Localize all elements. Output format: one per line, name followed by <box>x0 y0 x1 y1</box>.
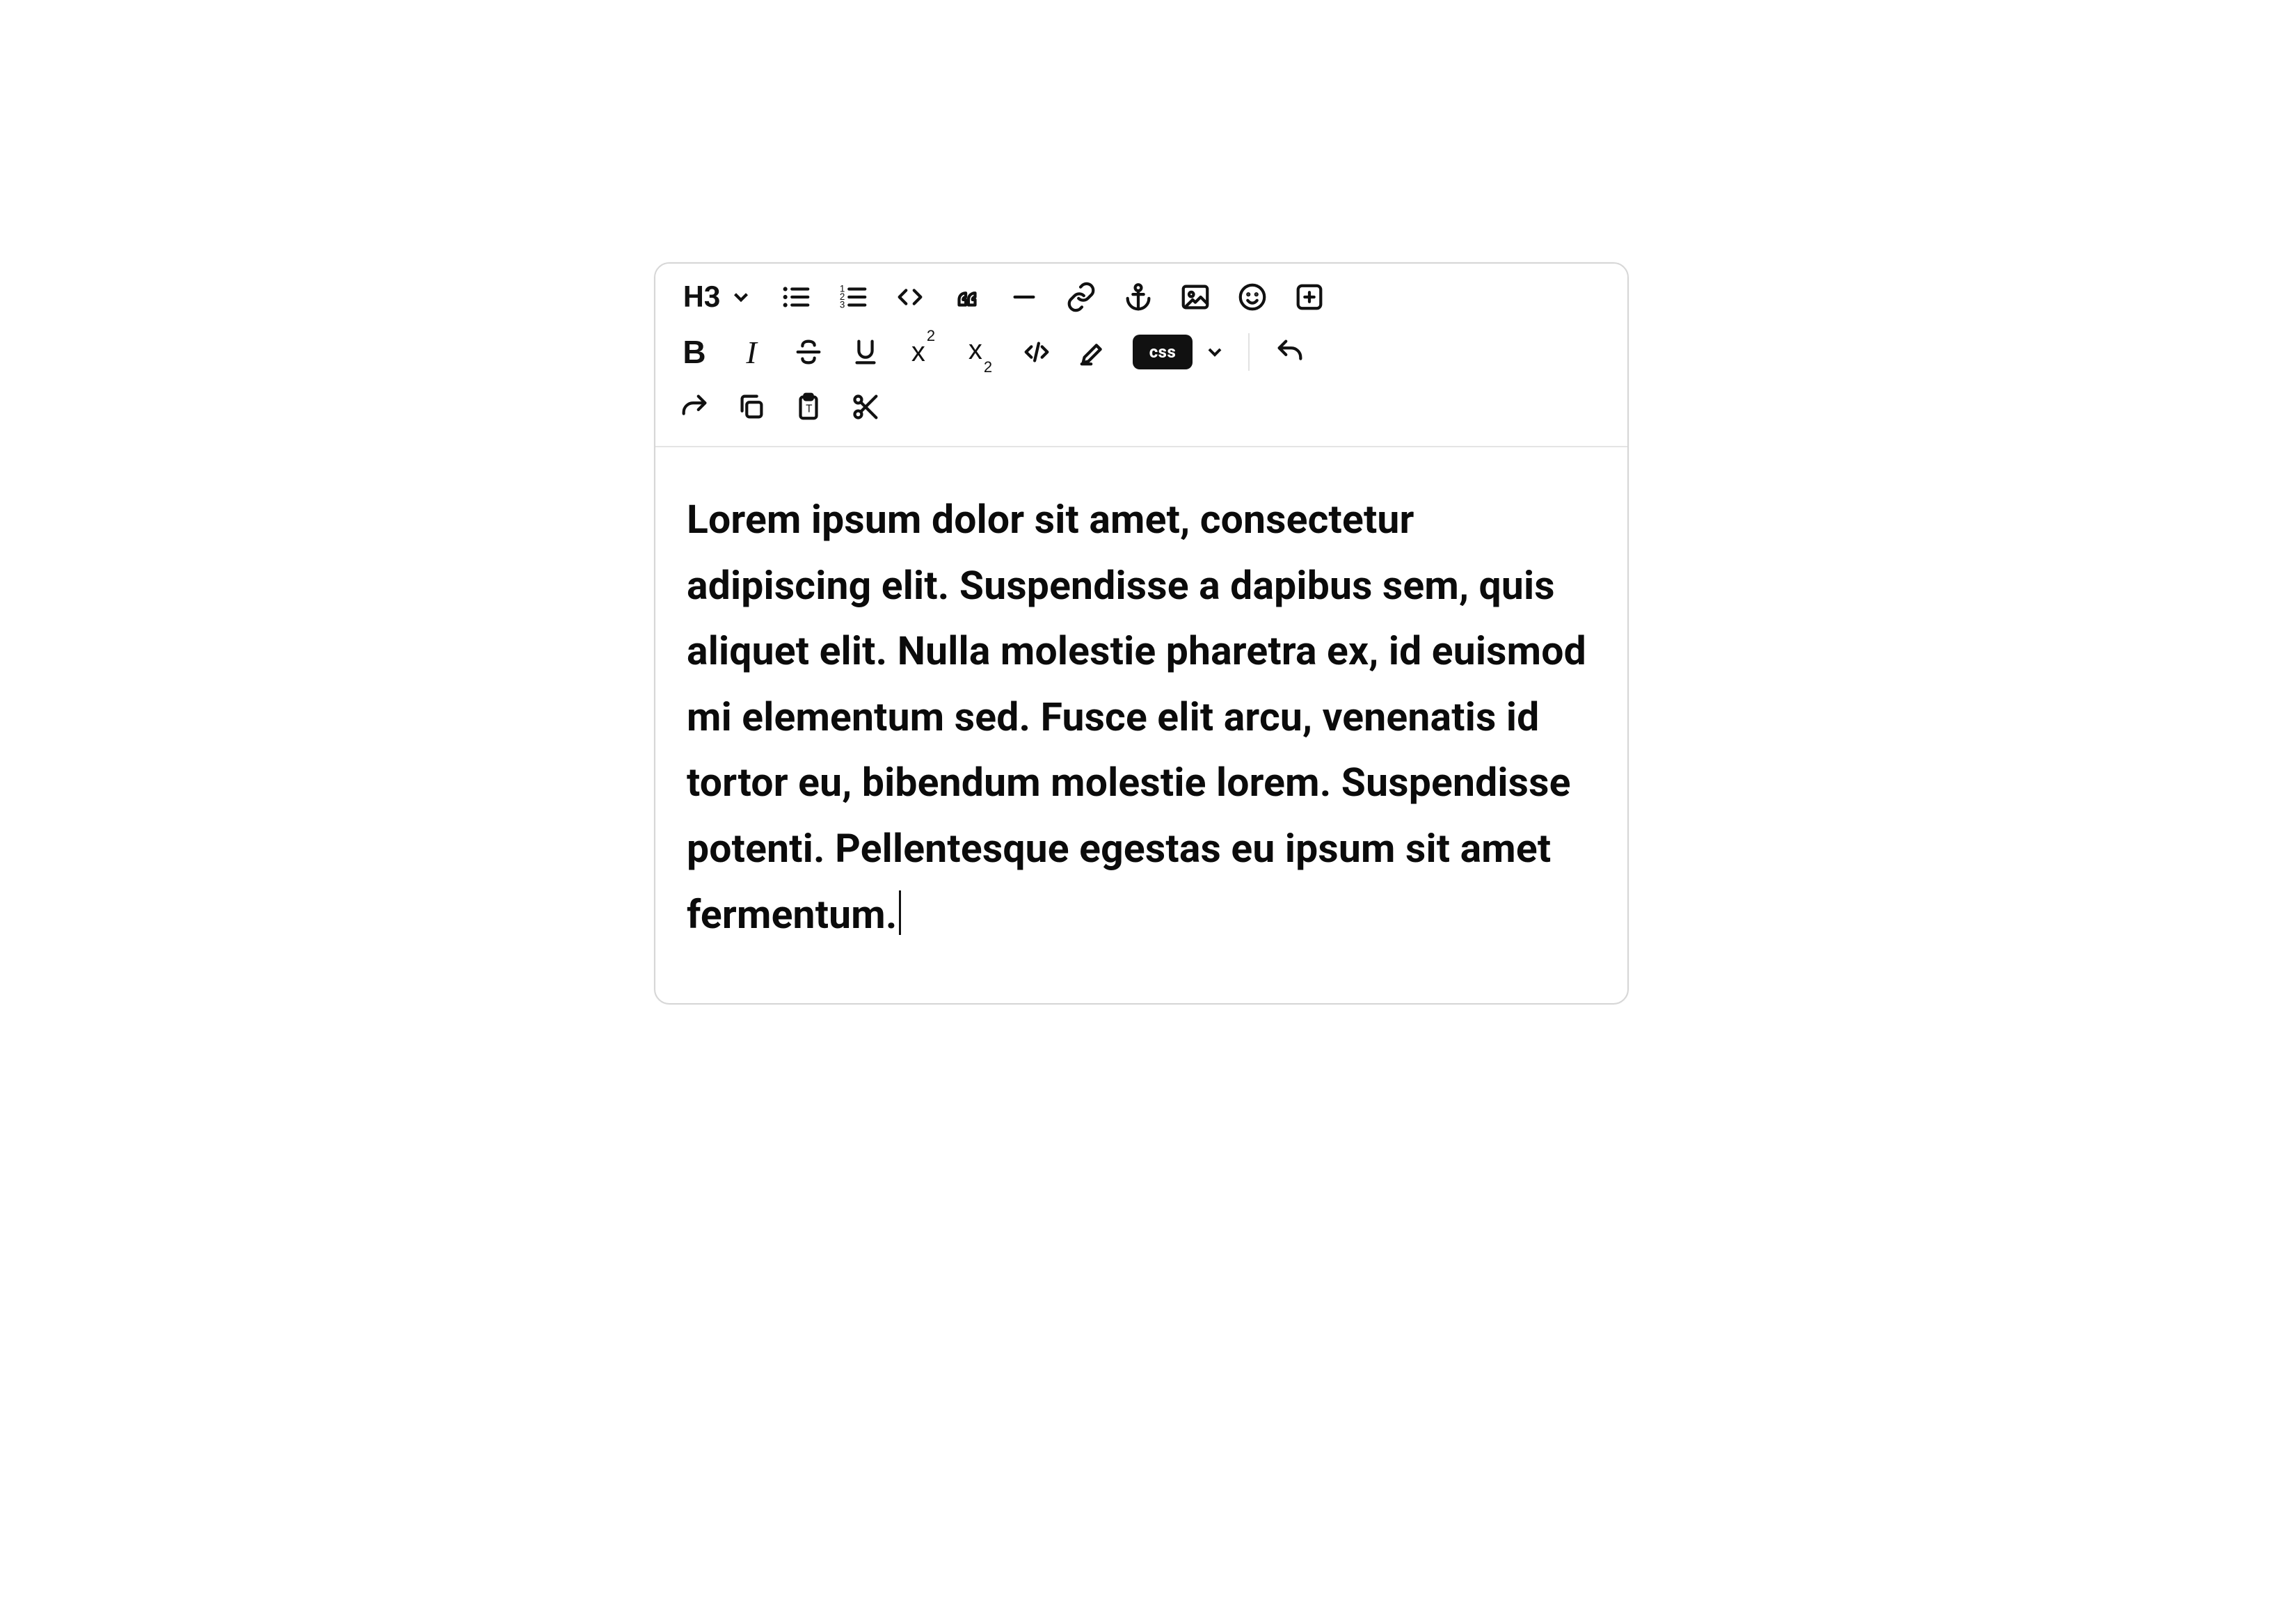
redo-icon <box>678 391 710 423</box>
italic-button[interactable]: I <box>733 334 770 370</box>
copy-button[interactable] <box>733 389 770 425</box>
clipboard-icon: T <box>792 391 824 423</box>
horizontal-rule-button[interactable] <box>1006 279 1042 315</box>
bullet-list-icon <box>780 281 812 313</box>
copy-icon <box>735 391 767 423</box>
italic-icon: I <box>736 334 767 371</box>
heading-selector[interactable]: H3 <box>676 280 757 314</box>
blockquote-button[interactable] <box>949 279 985 315</box>
subscript-button[interactable]: x2 <box>962 334 998 370</box>
numbered-list-button[interactable]: 1 2 3 <box>835 279 871 315</box>
css-badge-icon: css <box>1133 335 1193 369</box>
image-icon <box>1179 281 1211 313</box>
image-button[interactable] <box>1177 279 1213 315</box>
link-button[interactable] <box>1063 279 1099 315</box>
editor-content[interactable]: Lorem ipsum dolor sit amet, consectetur … <box>655 447 1627 1003</box>
toolbar-row-1: H3 1 2 3 <box>676 279 1607 315</box>
redo-button[interactable] <box>676 389 712 425</box>
anchor-button[interactable] <box>1120 279 1156 315</box>
emoji-button[interactable] <box>1234 279 1270 315</box>
code-angle-icon <box>894 281 926 313</box>
svg-text:3: 3 <box>840 299 845 310</box>
chevron-down-icon <box>729 285 753 309</box>
chevron-down-icon <box>1204 341 1226 363</box>
bullet-list-button[interactable] <box>778 279 814 315</box>
code-block-button[interactable] <box>892 279 928 315</box>
undo-button[interactable] <box>1272 334 1308 370</box>
undo-icon <box>1274 336 1306 368</box>
strikethrough-icon <box>792 336 824 368</box>
editor-text: Lorem ipsum dolor sit amet, consectetur … <box>687 496 1586 938</box>
paste-button[interactable]: T <box>790 389 827 425</box>
link-icon <box>1065 281 1097 313</box>
numbered-list-icon: 1 2 3 <box>837 281 869 313</box>
code-slash-icon <box>1021 336 1053 368</box>
subscript-icon: x2 <box>968 335 991 369</box>
strikethrough-button[interactable] <box>790 334 827 370</box>
css-class-selector[interactable]: css <box>1133 335 1226 369</box>
toolbar-separator <box>1248 333 1250 371</box>
bold-button[interactable]: B <box>676 334 712 370</box>
insert-button[interactable] <box>1291 279 1328 315</box>
cut-button[interactable] <box>847 389 884 425</box>
bold-icon: B <box>679 333 710 371</box>
smiley-icon <box>1236 281 1268 313</box>
underline-button[interactable] <box>847 334 884 370</box>
quote-icon <box>951 281 983 313</box>
highlight-button[interactable] <box>1076 334 1112 370</box>
highlighter-icon <box>1078 336 1110 368</box>
superscript-icon: x2 <box>911 337 934 368</box>
editor-toolbar: H3 1 2 3 <box>655 264 1627 447</box>
underline-icon <box>850 336 882 368</box>
rich-text-editor: H3 1 2 3 <box>654 262 1629 1005</box>
toolbar-row-2: B I x2 x2 <box>676 333 1607 371</box>
scissors-icon <box>850 391 882 423</box>
anchor-icon <box>1122 281 1154 313</box>
inline-code-button[interactable] <box>1019 334 1055 370</box>
text-cursor <box>899 890 901 935</box>
superscript-button[interactable]: x2 <box>904 334 941 370</box>
minus-icon <box>1008 281 1040 313</box>
plus-square-icon <box>1293 281 1325 313</box>
toolbar-row-3: T <box>676 389 1607 425</box>
svg-text:T: T <box>806 403 813 415</box>
heading-selector-label: H3 <box>683 280 721 314</box>
